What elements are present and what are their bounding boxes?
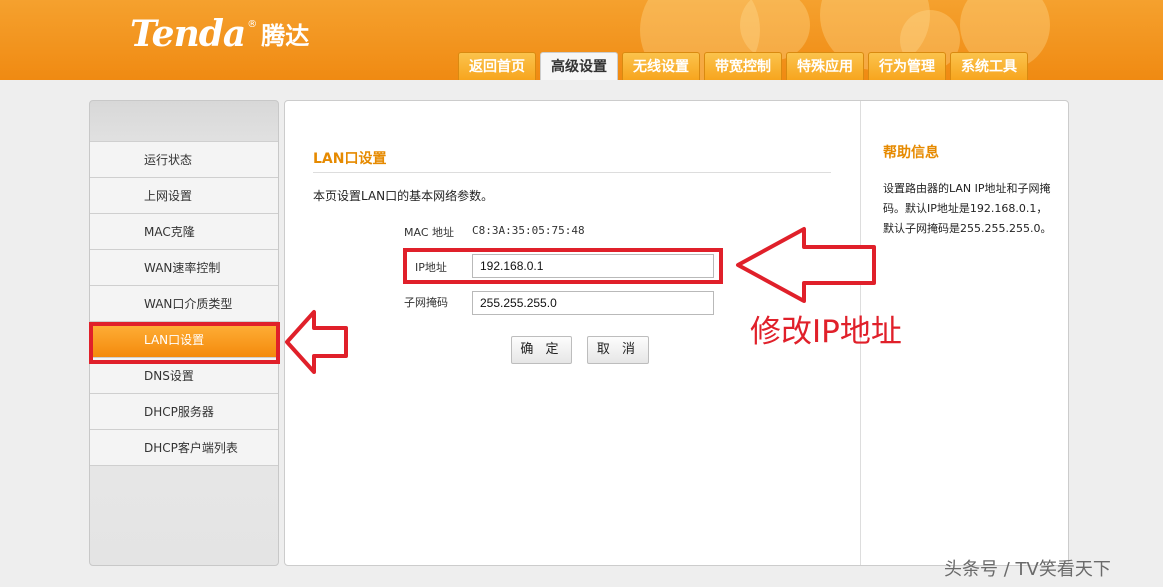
annotation-box-lan	[89, 322, 280, 364]
tab-home[interactable]: 返回首页	[458, 52, 536, 80]
tab-behavior[interactable]: 行为管理	[868, 52, 946, 80]
sidebar-item-internet[interactable]: 上网设置	[90, 177, 278, 213]
page-title: LAN口设置	[313, 151, 387, 167]
subnet-mask-label: 子网掩码	[404, 296, 448, 309]
sidebar-item-status[interactable]: 运行状态	[90, 141, 278, 177]
help-title: 帮助信息	[883, 145, 939, 161]
mac-label: MAC 地址	[404, 226, 454, 239]
registered-mark: ®	[247, 19, 258, 30]
main-panel: LAN口设置 本页设置LAN口的基本网络参数。 MAC 地址 C8:3A:35:…	[284, 100, 1069, 566]
annotation-arrow-ip-icon	[736, 227, 876, 303]
top-nav-tabs: 返回首页 高级设置 无线设置 带宽控制 特殊应用 行为管理 系统工具	[458, 52, 1032, 80]
sidebar-divider	[90, 465, 278, 466]
title-divider	[313, 172, 831, 173]
subnet-mask-input[interactable]: 255.255.255.0	[472, 291, 714, 315]
tab-wireless[interactable]: 无线设置	[622, 52, 700, 80]
sidebar-item-wan-media[interactable]: WAN口介质类型	[90, 285, 278, 321]
annotation-arrow-left-icon	[285, 310, 348, 374]
sidebar-item-dhcp-clients[interactable]: DHCP客户端列表	[90, 429, 278, 465]
help-text: 设置路由器的LAN IP地址和子网掩码。默认IP地址是192.168.0.1，默…	[883, 182, 1052, 235]
page-description: 本页设置LAN口的基本网络参数。	[313, 189, 494, 203]
sidebar-item-wan-speed[interactable]: WAN速率控制	[90, 249, 278, 285]
annotation-box-ip	[403, 248, 723, 284]
tenda-logo: Tenda ® 腾达	[130, 14, 309, 54]
tab-system-tools[interactable]: 系统工具	[950, 52, 1028, 80]
cancel-button[interactable]: 取 消	[587, 336, 649, 364]
annotation-text: 修改IP地址	[750, 314, 902, 350]
tab-advanced[interactable]: 高级设置	[540, 52, 618, 80]
watermark: 头条号 / TV笑看天下	[944, 559, 1111, 580]
sidebar-item-dhcp-server[interactable]: DHCP服务器	[90, 393, 278, 429]
header-banner: Tenda ® 腾达 返回首页 高级设置 无线设置 带宽控制 特殊应用 行为管理…	[0, 0, 1163, 80]
logo-text-cn: 腾达	[261, 22, 310, 50]
ok-button[interactable]: 确 定	[511, 336, 572, 364]
tab-bandwidth[interactable]: 带宽控制	[704, 52, 782, 80]
sidebar-item-mac-clone[interactable]: MAC克隆	[90, 213, 278, 249]
tab-special-apps[interactable]: 特殊应用	[786, 52, 864, 80]
logo-text: Tenda	[130, 13, 246, 55]
mac-value: C8:3A:35:05:75:48	[472, 224, 585, 237]
